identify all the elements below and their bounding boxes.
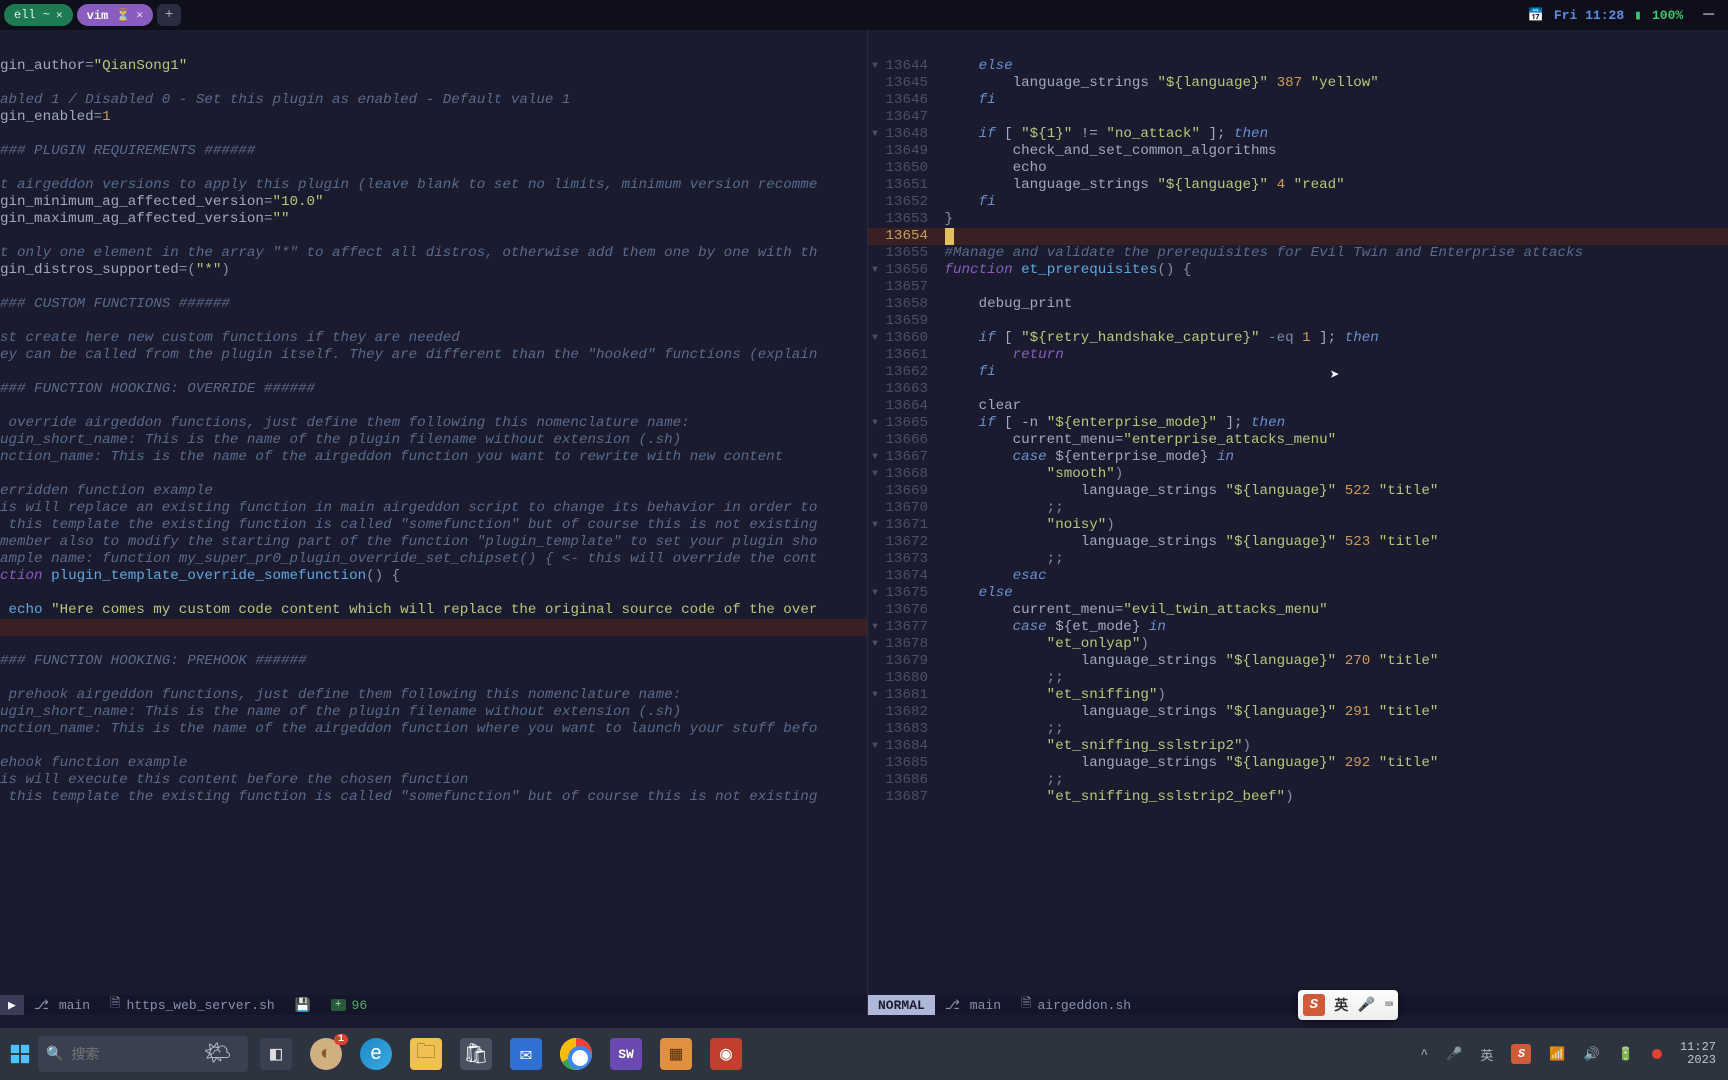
close-icon[interactable]: ✕ [56, 8, 63, 22]
branch-name: main [970, 998, 1001, 1013]
close-icon[interactable]: ✕ [136, 8, 143, 22]
browser-icon[interactable]: ◐1 [310, 1038, 342, 1070]
start-button[interactable] [2, 1043, 38, 1065]
volume-icon[interactable]: 🔊 [1584, 1047, 1600, 1062]
battery-icon: ▮ [1634, 8, 1642, 23]
taskview-icon[interactable]: ◧ [260, 1038, 292, 1070]
tab-shell[interactable]: ell ~ ✕ [4, 4, 73, 26]
store-icon[interactable]: 🛍 [460, 1038, 492, 1070]
windows-logo-icon [9, 1043, 31, 1065]
search-input[interactable] [71, 1046, 201, 1062]
statusline-left: ▶ main 🗎 https_web_server.sh 💾 +96 [0, 995, 867, 1015]
clock: Fri 11:28 [1554, 8, 1624, 23]
weather-icon[interactable]: 🌤 [203, 1041, 231, 1067]
code-area[interactable]: ▾13644 else 13645 language_strings "${la… [868, 30, 1728, 806]
filename: https_web_server.sh [126, 998, 274, 1013]
minimize-icon[interactable]: — [1693, 5, 1724, 25]
mail-icon[interactable]: ✉ [510, 1038, 542, 1070]
git-branch-icon [945, 998, 964, 1013]
mode-segment: ▶ [0, 995, 24, 1015]
edge-icon[interactable]: e [360, 1038, 392, 1070]
system-tray: ^ 🎤 英 S 📶 🔊 🔋 11:27 2023 [1420, 1041, 1726, 1067]
tab-label: vim ⏳ [87, 8, 131, 23]
tray-date: 2023 [1680, 1054, 1716, 1067]
sogou-logo-icon[interactable]: S [1303, 994, 1325, 1016]
mouse-cursor: ➤ [1330, 365, 1340, 385]
taskbar-search[interactable]: 🔍 🌤 [38, 1036, 248, 1072]
tab-label: ell ~ [14, 8, 50, 22]
file-icon: 🗎 [1021, 994, 1031, 1015]
app-icon[interactable]: ▦ [660, 1038, 692, 1070]
search-icon: 🔍 [46, 1046, 63, 1063]
vim-mode: NORMAL [868, 995, 935, 1015]
app-icon-red[interactable]: ◉ [710, 1038, 742, 1070]
file-icon: 🗎 [110, 994, 120, 1015]
clock-area[interactable]: 11:27 2023 [1680, 1041, 1716, 1067]
right-split[interactable]: ▾13644 else 13645 language_strings "${la… [868, 30, 1728, 1015]
git-branch-icon [34, 998, 53, 1013]
ime-lang[interactable]: 英 [1480, 1045, 1493, 1064]
notification-dot-icon[interactable] [1652, 1049, 1662, 1059]
save-icon: 💾 [295, 998, 311, 1013]
file-explorer-icon[interactable]: 🗀 [410, 1038, 442, 1070]
battery-icon[interactable]: 🔋 [1618, 1047, 1634, 1062]
vim-editor: gin_author="QianSong1"abled 1 / Disabled… [0, 30, 1728, 1015]
sw-app-icon[interactable]: SW [610, 1038, 642, 1070]
sogou-tray-icon[interactable]: S [1511, 1044, 1531, 1064]
wifi-icon[interactable]: 📶 [1549, 1047, 1565, 1062]
filename: airgeddon.sh [1037, 998, 1131, 1013]
diff-added: + [331, 999, 346, 1011]
add-tab-button[interactable]: + [157, 4, 181, 26]
diff-added-count: 96 [352, 998, 368, 1013]
branch-name: main [59, 998, 90, 1013]
tab-vim[interactable]: vim ⏳ ✕ [77, 4, 153, 26]
left-split[interactable]: gin_author="QianSong1"abled 1 / Disabled… [0, 30, 868, 1015]
calendar-icon [1528, 8, 1544, 23]
chrome-icon[interactable] [560, 1038, 592, 1070]
chevron-up-icon[interactable]: ^ [1420, 1047, 1428, 1062]
microphone-icon[interactable]: 🎤 [1358, 997, 1375, 1014]
ime-lang-toggle[interactable]: 英 [1334, 995, 1348, 1015]
terminal-tab-bar: ell ~ ✕ vim ⏳ ✕ + Fri 11:28 ▮ 100% — [0, 0, 1728, 30]
badge-count: 1 [334, 1034, 348, 1045]
microphone-icon[interactable]: 🎤 [1446, 1047, 1462, 1062]
code-area[interactable]: gin_author="QianSong1"abled 1 / Disabled… [0, 30, 867, 432]
battery-level: 100% [1652, 8, 1683, 23]
keyboard-icon[interactable]: ⌨ [1385, 997, 1393, 1014]
ime-toolbar[interactable]: S 英 🎤 ⌨ [1298, 990, 1398, 1020]
windows-taskbar: 🔍 🌤 ◧ ◐1 e 🗀 🛍 ✉ SW ▦ ◉ ^ 🎤 英 S 📶 🔊 🔋 11… [0, 1028, 1728, 1080]
